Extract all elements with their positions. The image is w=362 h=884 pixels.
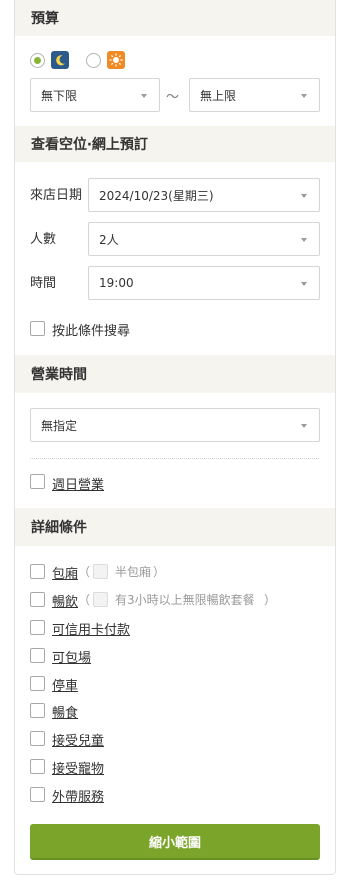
pets-checkbox[interactable]: [30, 759, 45, 774]
budget-min-value: 無下限: [41, 88, 78, 103]
availability-header: 查看空位‧網上預訂: [15, 126, 335, 162]
narrow-search-button[interactable]: 縮小範圍: [30, 824, 320, 860]
paren-open: （: [78, 593, 91, 607]
search-condition-label[interactable]: 按此條件搜尋: [52, 320, 130, 339]
drinks-link[interactable]: 暢飲: [52, 591, 78, 610]
chevron-down-icon: [301, 424, 307, 428]
hours-title: 營業時間: [31, 367, 87, 383]
date-label: 來店日期: [30, 188, 83, 203]
private-room-link[interactable]: 包廂: [52, 563, 78, 582]
people-value: 2人: [99, 232, 119, 247]
hours-select[interactable]: 無指定: [30, 408, 320, 442]
parking-link[interactable]: 停車: [52, 675, 78, 694]
drinks-3h-label: 有3小時以上無限暢飲套餐: [115, 593, 255, 607]
sun-icon: [107, 51, 125, 69]
children-link[interactable]: 接受兒童: [52, 730, 104, 749]
paren-close: ）: [153, 565, 166, 579]
date-select[interactable]: 2024/10/23(星期三): [88, 178, 320, 212]
date-value: 2024/10/23(星期三): [99, 188, 214, 203]
budget-max-value: 無上限: [200, 88, 237, 103]
paren-close: ）: [264, 593, 277, 607]
chevron-down-icon: [141, 94, 147, 98]
private-room-checkbox[interactable]: [30, 564, 45, 579]
budget-title: 預算: [31, 11, 59, 27]
day-radio[interactable]: [86, 53, 101, 68]
takeout-link[interactable]: 外帶服務: [52, 786, 104, 805]
hours-header: 營業時間: [15, 355, 335, 393]
budget-min-select[interactable]: 無下限: [30, 78, 160, 112]
time-select[interactable]: 19:00: [88, 266, 320, 300]
availability-title: 查看空位‧網上預訂: [31, 137, 148, 153]
chevron-down-icon: [301, 282, 307, 286]
takeout-checkbox[interactable]: [30, 787, 45, 802]
narrow-search-label: 縮小範圍: [148, 835, 201, 851]
sunday-open-checkbox[interactable]: [30, 474, 45, 489]
hours-value: 無指定: [41, 418, 78, 433]
moon-icon: [51, 51, 69, 69]
semi-private-checkbox[interactable]: [93, 564, 108, 579]
credit-card-checkbox[interactable]: [30, 620, 45, 635]
budget-range-separator: ～: [166, 90, 180, 105]
children-checkbox[interactable]: [30, 731, 45, 746]
night-radio[interactable]: [30, 53, 45, 68]
divider: [30, 458, 319, 459]
all-you-can-eat-checkbox[interactable]: [30, 703, 45, 718]
chevron-down-icon: [301, 194, 307, 198]
drinks-3h-checkbox[interactable]: [93, 592, 108, 607]
details-header: 詳細條件: [15, 508, 335, 546]
sunday-open-link[interactable]: 週日營業: [52, 474, 104, 493]
all-you-can-eat-link[interactable]: 暢食: [52, 702, 78, 721]
private-hire-checkbox[interactable]: [30, 648, 45, 663]
pets-link[interactable]: 接受寵物: [52, 758, 104, 777]
budget-max-select[interactable]: 無上限: [189, 78, 320, 112]
details-title: 詳細條件: [31, 520, 87, 536]
private-hire-link[interactable]: 可包場: [52, 647, 91, 666]
parking-checkbox[interactable]: [30, 676, 45, 691]
credit-card-link[interactable]: 可信用卡付款: [52, 619, 130, 638]
search-condition-checkbox[interactable]: [30, 321, 45, 336]
time-value: 19:00: [99, 276, 134, 290]
drinks-checkbox[interactable]: [30, 592, 45, 607]
chevron-down-icon: [301, 94, 307, 98]
chevron-down-icon: [301, 238, 307, 242]
time-label: 時間: [30, 276, 57, 291]
paren-open: （: [78, 565, 91, 579]
people-label: 人數: [30, 232, 57, 247]
budget-header: 預算: [15, 0, 335, 36]
semi-private-label: 半包廂: [115, 565, 152, 579]
people-select[interactable]: 2人: [88, 222, 320, 256]
